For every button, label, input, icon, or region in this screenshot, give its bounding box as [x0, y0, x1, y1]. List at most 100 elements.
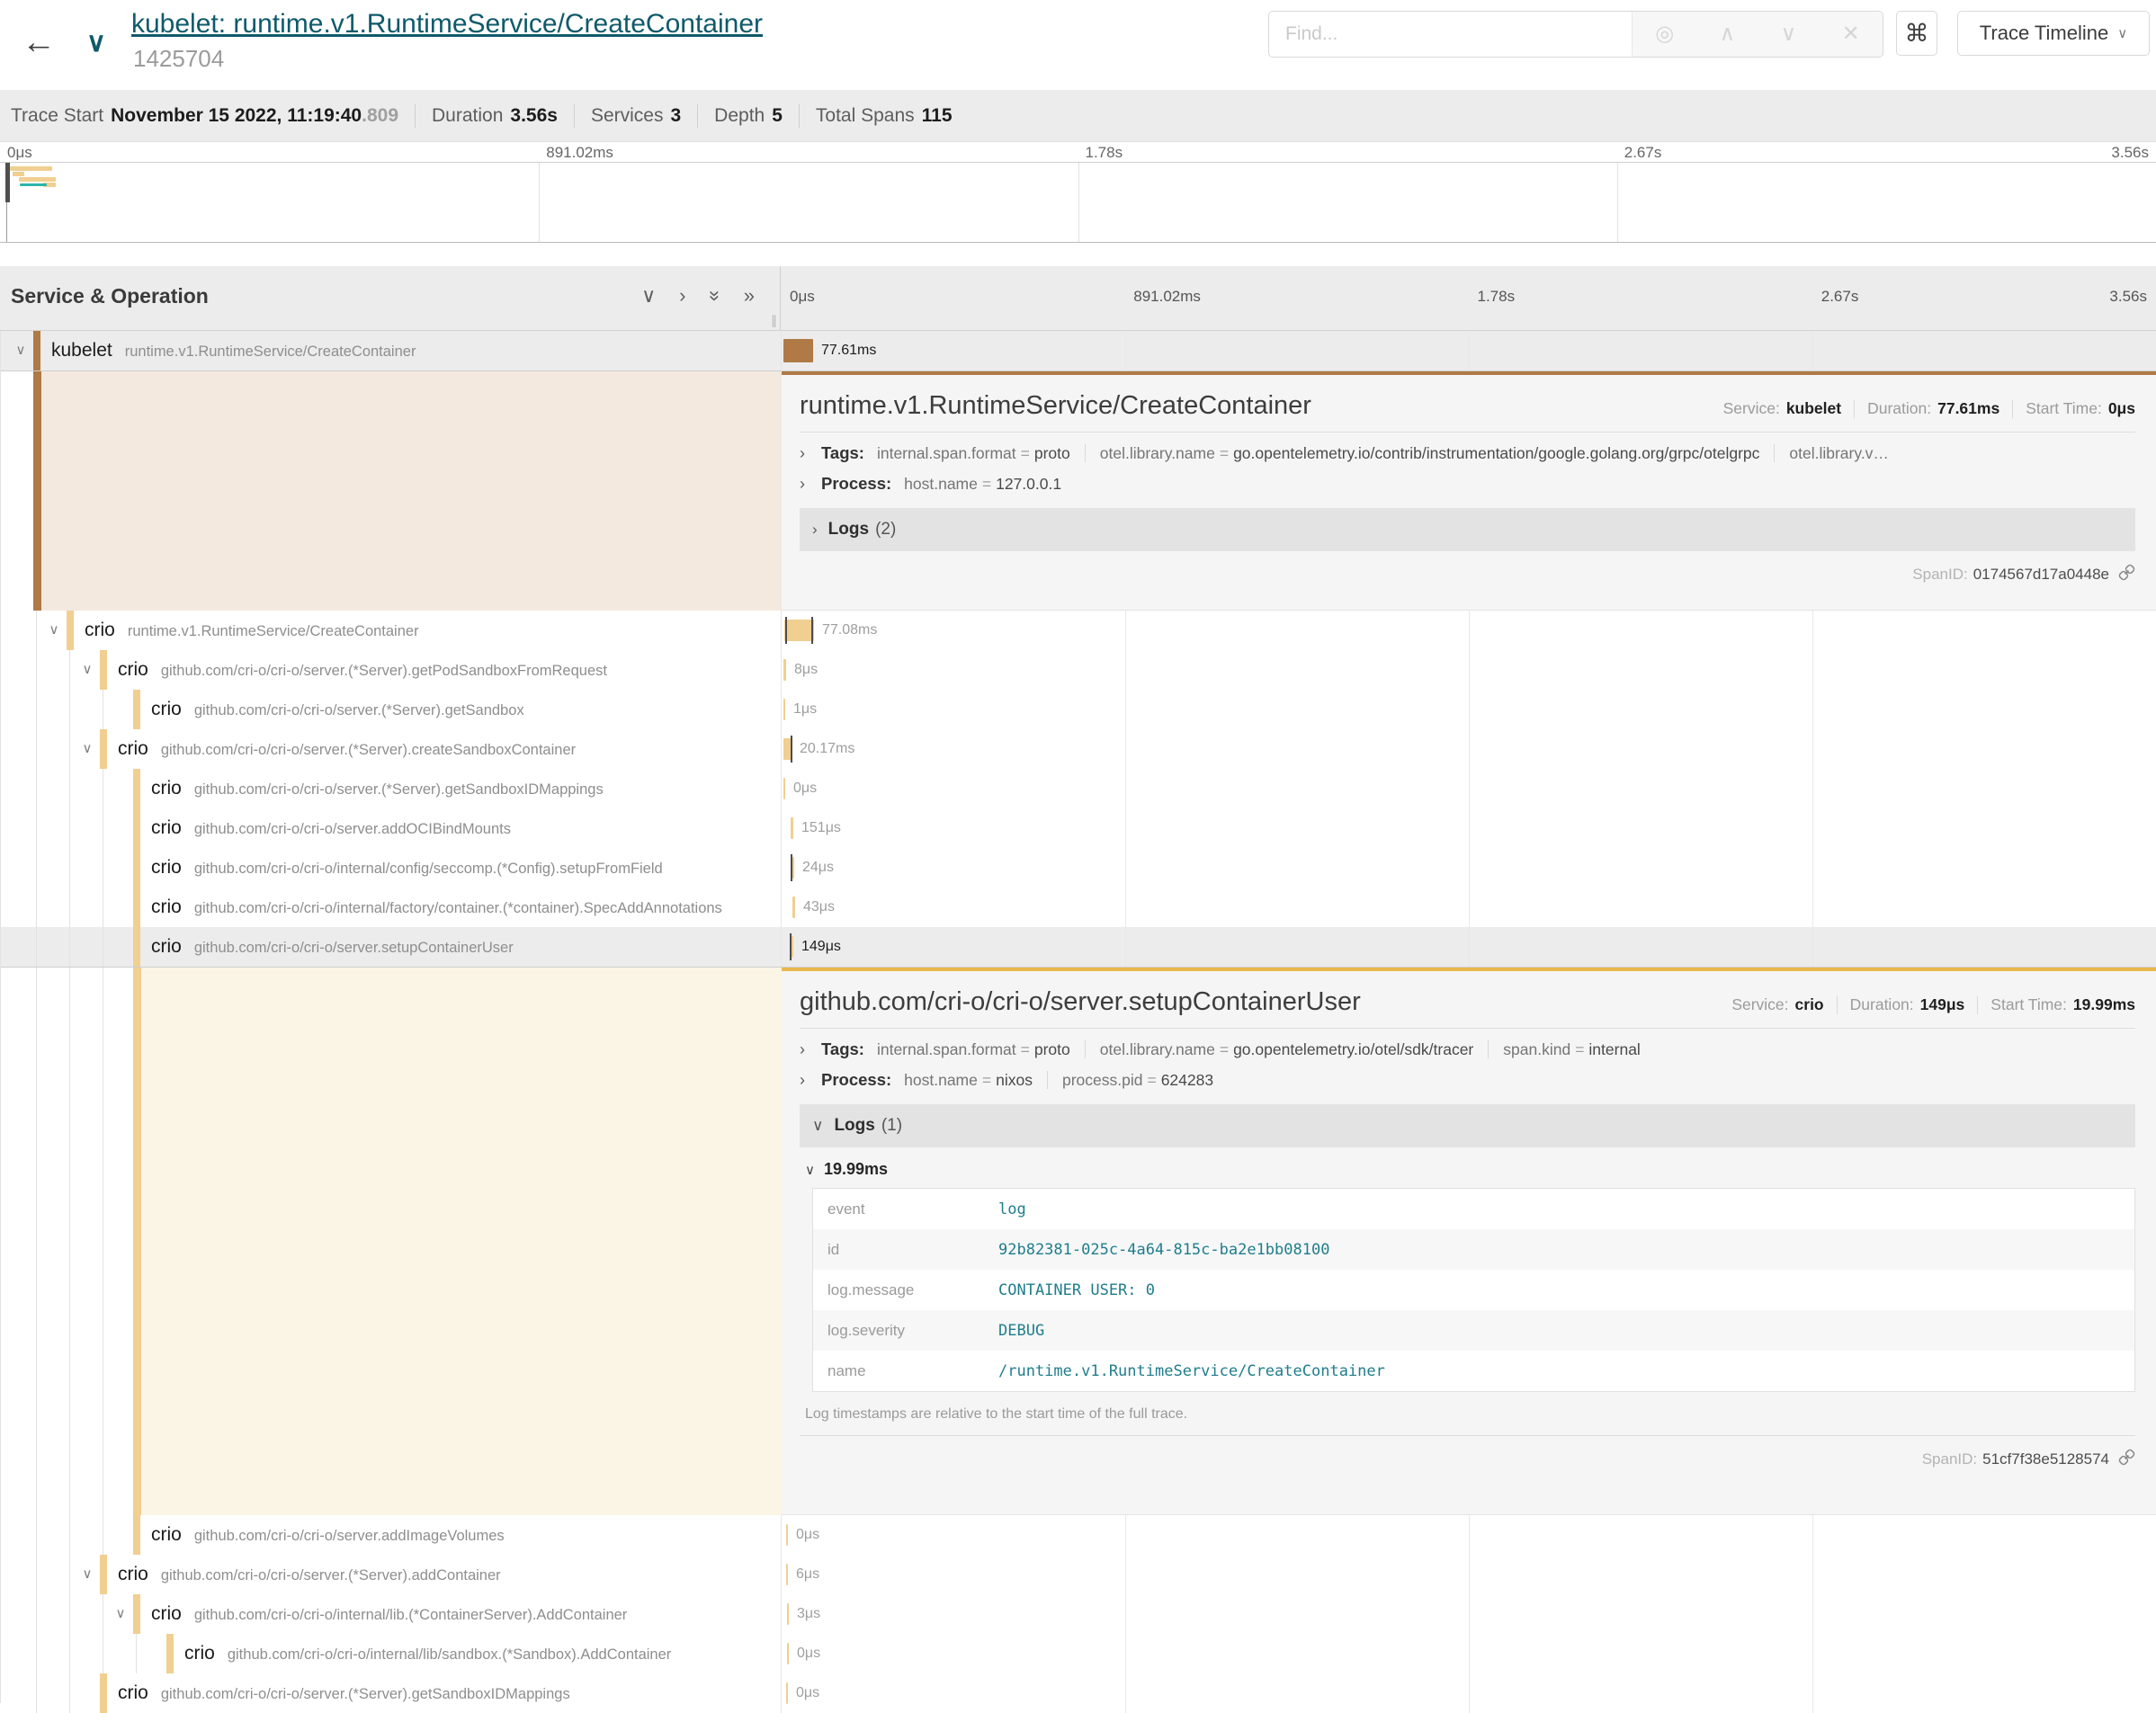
span-row[interactable]: ∨kubeletruntime.v1.RuntimeService/Create…: [1, 331, 2156, 370]
clear-search-icon[interactable]: ✕: [1842, 23, 1860, 45]
prev-match-icon[interactable]: ∧: [1720, 23, 1736, 45]
span-row-timeline-cell[interactable]: 77.08ms: [782, 611, 2156, 650]
row-collapse-chevron-icon[interactable]: ∨: [45, 611, 63, 650]
tag-item[interactable]: process.pid=624283: [1062, 1071, 1213, 1090]
span-row-timeline-cell[interactable]: 3μs: [782, 1594, 2156, 1634]
collapse-one-icon[interactable]: ∨: [641, 282, 656, 309]
deep-link-icon[interactable]: [2118, 564, 2135, 585]
tree-guide-line: [36, 729, 37, 769]
span-row[interactable]: ∨crioruntime.v1.RuntimeService/CreateCon…: [1, 611, 2156, 650]
span-row[interactable]: criogithub.com/cri-o/cri-o/server.setupC…: [1, 927, 2156, 967]
span-row-timeline-cell[interactable]: 0μs: [782, 1673, 2156, 1713]
row-collapse-chevron-icon[interactable]: ∨: [78, 1555, 96, 1594]
tree-guide-line: [69, 1515, 70, 1555]
collapse-all-icon[interactable]: »: [710, 282, 720, 309]
summary-label: Service:: [1723, 399, 1780, 418]
keyboard-shortcuts-button[interactable]: ⌘: [1896, 11, 1937, 56]
row-collapse-chevron-icon[interactable]: ∨: [78, 729, 96, 769]
logs-accordion[interactable]: ›Logs(2): [800, 508, 2135, 551]
span-row-label: criogithub.com/cri-o/cri-o/server.(*Serv…: [118, 650, 607, 690]
tag-key: span.kind: [1503, 1040, 1570, 1058]
expand-all-icon[interactable]: »: [744, 282, 755, 309]
tag-item[interactable]: host.name=nixos: [904, 1071, 1033, 1090]
span-color-bar: [133, 808, 140, 848]
row-collapse-chevron-icon[interactable]: ∨: [112, 1594, 130, 1634]
span-color-bar: [100, 1673, 107, 1713]
process-accordion[interactable]: ›Process:host.name=127.0.0.1: [800, 474, 2135, 494]
span-row[interactable]: criogithub.com/cri-o/cri-o/internal/conf…: [1, 848, 2156, 888]
span-row-timeline-cell[interactable]: 43μs: [782, 888, 2156, 927]
row-collapse-chevron-icon[interactable]: ∨: [12, 331, 30, 370]
span-row[interactable]: criogithub.com/cri-o/cri-o/server.addIma…: [1, 1515, 2156, 1555]
summary-separator: [2012, 400, 2013, 418]
tag-value: internal: [1588, 1040, 1640, 1058]
tag-item[interactable]: internal.span.format=proto: [877, 444, 1070, 463]
tag-item[interactable]: otel.library.v…: [1789, 444, 1889, 463]
chevron-down-icon: ∨: [805, 1162, 815, 1178]
span-row-timeline-cell[interactable]: 149μs: [782, 927, 2156, 967]
span-row[interactable]: ∨criogithub.com/cri-o/cri-o/server.(*Ser…: [1, 729, 2156, 769]
log-field-key: log.message: [813, 1281, 998, 1299]
span-row[interactable]: criogithub.com/cri-o/cri-o/internal/fact…: [1, 888, 2156, 927]
locate-match-icon[interactable]: ◎: [1655, 23, 1674, 45]
tree-guide-line: [69, 968, 70, 1515]
tag-value: proto: [1034, 1040, 1070, 1058]
span-detail-title: github.com/cri-o/cri-o/server.setupConta…: [800, 987, 1361, 1017]
minimap-canvas[interactable]: [0, 162, 2156, 243]
log-timestamps-note: Log timestamps are relative to the start…: [800, 1392, 2135, 1436]
tags-accordion[interactable]: ›Tags:internal.span.format=protootel.lib…: [800, 443, 2135, 463]
log-marker-tick: [811, 617, 813, 644]
span-row-timeline-cell[interactable]: 24μs: [782, 848, 2156, 888]
span-row-timeline-cell[interactable]: 77.61ms: [782, 331, 2156, 370]
span-row[interactable]: ∨ criogithub.com/cri-o/cri-o/server.(*Ser…: [1, 1555, 2156, 1594]
span-service-name: crio: [151, 857, 182, 878]
span-row-label: criogithub.com/cri-o/cri-o/server.(*Serv…: [118, 1555, 501, 1594]
span-row[interactable]: criogithub.com/cri-o/cri-o/server.addOCI…: [1, 808, 2156, 848]
span-row[interactable]: ∨ criogithub.com/cri-o/cri-o/server.(*Ser…: [1, 650, 2156, 690]
span-service-name: crio: [151, 1524, 182, 1545]
span-row-label: criogithub.com/cri-o/cri-o/server.setupC…: [151, 927, 514, 967]
expand-one-icon[interactable]: ›: [679, 282, 685, 309]
trace-view-select[interactable]: Trace Timeline ∨: [1957, 11, 2150, 56]
span-detail-row: runtime.v1.RuntimeService/CreateContaine…: [1, 370, 2156, 611]
process-accordion[interactable]: ›Process:host.name=nixosprocess.pid=6242…: [800, 1070, 2135, 1090]
span-row[interactable]: criogithub.com/cri-o/cri-o/server.(*Serv…: [1, 1673, 2156, 1713]
span-row[interactable]: criogithub.com/cri-o/cri-o/server.(*Serv…: [1, 769, 2156, 808]
span-row-timeline-cell[interactable]: 0μs: [782, 769, 2156, 808]
span-row-timeline-cell[interactable]: 0μs: [782, 1515, 2156, 1555]
trace-collapse-chevron-icon[interactable]: ∨: [86, 27, 106, 58]
span-row-timeline-cell[interactable]: 6μs: [782, 1555, 2156, 1594]
span-duration-label: 8μs: [794, 650, 818, 690]
span-duration-bar: [786, 1524, 788, 1546]
tag-item[interactable]: internal.span.format=proto: [877, 1040, 1070, 1059]
deep-link-icon[interactable]: [2118, 1449, 2135, 1470]
span-row[interactable]: ∨criogithub.com/cri-o/cri-o/internal/lib…: [1, 1594, 2156, 1634]
next-match-icon[interactable]: ∨: [1781, 23, 1797, 45]
tag-item[interactable]: otel.library.name=go.opentelemetry.io/ot…: [1100, 1040, 1474, 1059]
logs-accordion[interactable]: ∨Logs(1): [800, 1104, 2135, 1147]
tags-accordion[interactable]: ›Tags:internal.span.format=protootel.lib…: [800, 1039, 2135, 1059]
ruler-tick-label: 1.78s: [1478, 288, 1516, 306]
span-row[interactable]: criogithub.com/cri-o/cri-o/server.(*Serv…: [1, 690, 2156, 729]
span-row-timeline-cell[interactable]: 8μs: [782, 650, 2156, 690]
span-row-timeline-cell[interactable]: 1μs: [782, 690, 2156, 729]
back-arrow-icon[interactable]: ←: [22, 23, 56, 62]
column-resize-grip[interactable]: ∥: [771, 313, 778, 328]
minimap-gridline: [539, 163, 540, 242]
tree-guide-line: [36, 968, 37, 1515]
span-row-timeline-cell[interactable]: 151μs: [782, 808, 2156, 848]
row-collapse-chevron-icon[interactable]: ∨: [78, 650, 96, 690]
chevron-down-icon: ∨: [2117, 25, 2127, 41]
tag-item[interactable]: host.name=127.0.0.1: [904, 475, 1061, 494]
find-addon: ◎ ∧ ∨ ✕: [1632, 12, 1883, 57]
tag-item[interactable]: span.kind=internal: [1503, 1040, 1641, 1059]
span-detail-left-column: [1, 371, 782, 611]
trace-title-link[interactable]: kubelet: runtime.v1.RuntimeService/Creat…: [131, 9, 763, 40]
tag-item[interactable]: otel.library.name=go.opentelemetry.io/co…: [1100, 444, 1760, 463]
span-row[interactable]: criogithub.com/cri-o/cri-o/internal/lib/…: [1, 1634, 2156, 1673]
span-row-timeline-cell[interactable]: 20.17ms: [782, 729, 2156, 769]
tags-label: Tags:: [821, 1039, 864, 1059]
log-entry-header[interactable]: ∨19.99ms: [805, 1160, 2135, 1179]
find-input[interactable]: [1269, 12, 1632, 57]
span-row-timeline-cell[interactable]: 0μs: [782, 1634, 2156, 1673]
